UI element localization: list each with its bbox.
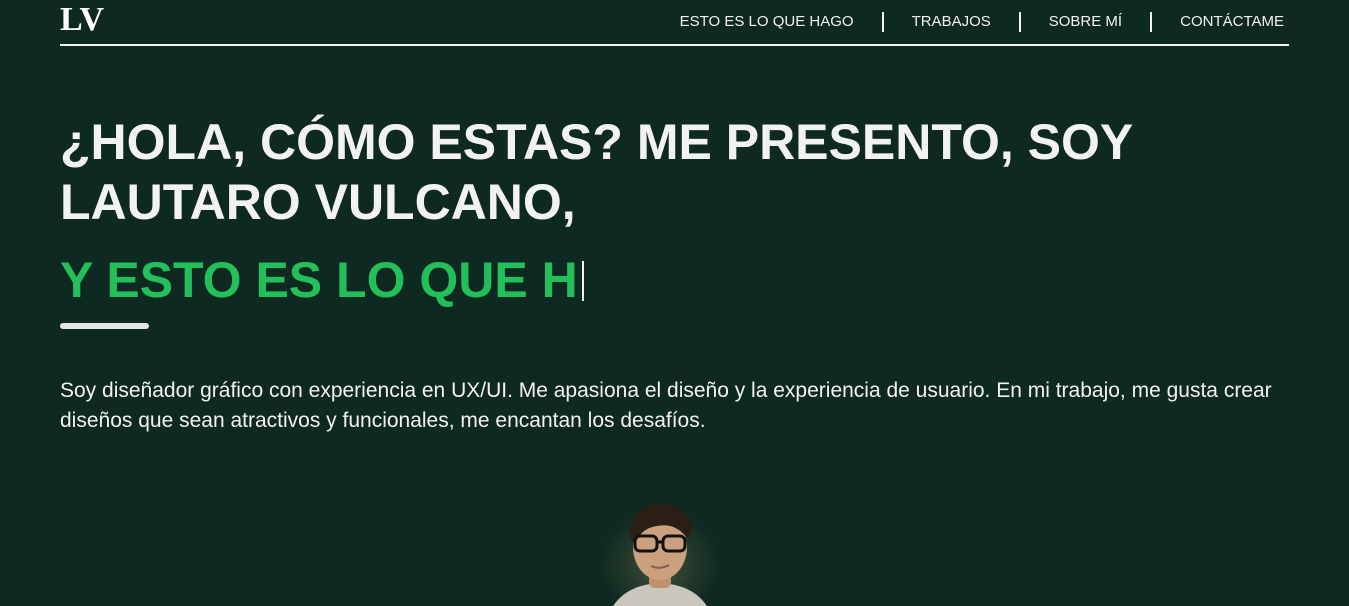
- profile-photo: [598, 502, 722, 606]
- nav-link-about[interactable]: SOBRE MÍ: [1018, 12, 1150, 32]
- hero-title: ¿HOLA, CÓMO ESTAS? ME PRESENTO, SOY LAUT…: [60, 114, 1133, 230]
- nav-link-works[interactable]: TRABAJOS: [881, 12, 1019, 32]
- section-divider: [60, 323, 149, 329]
- site-header: LV ESTO ES LO QUE HAGO TRABAJOS SOBRE MÍ…: [60, 0, 1289, 46]
- portfolio-page: LV ESTO ES LO QUE HAGO TRABAJOS SOBRE MÍ…: [0, 0, 1349, 606]
- typed-text: Y ESTO ES LO QUE H: [60, 252, 578, 308]
- hero-typed-line: Y ESTO ES LO QUE H: [60, 250, 584, 310]
- site-logo[interactable]: LV: [60, 0, 104, 40]
- typing-cursor: [581, 261, 584, 301]
- hero-bio: Soy diseñador gráfico con experiencia en…: [60, 379, 1272, 432]
- nav-link-contact[interactable]: CONTÁCTAME: [1150, 12, 1284, 32]
- main-nav: ESTO ES LO QUE HAGO TRABAJOS SOBRE MÍ CO…: [680, 12, 1284, 32]
- nav-link-what-i-do[interactable]: ESTO ES LO QUE HAGO: [680, 12, 882, 32]
